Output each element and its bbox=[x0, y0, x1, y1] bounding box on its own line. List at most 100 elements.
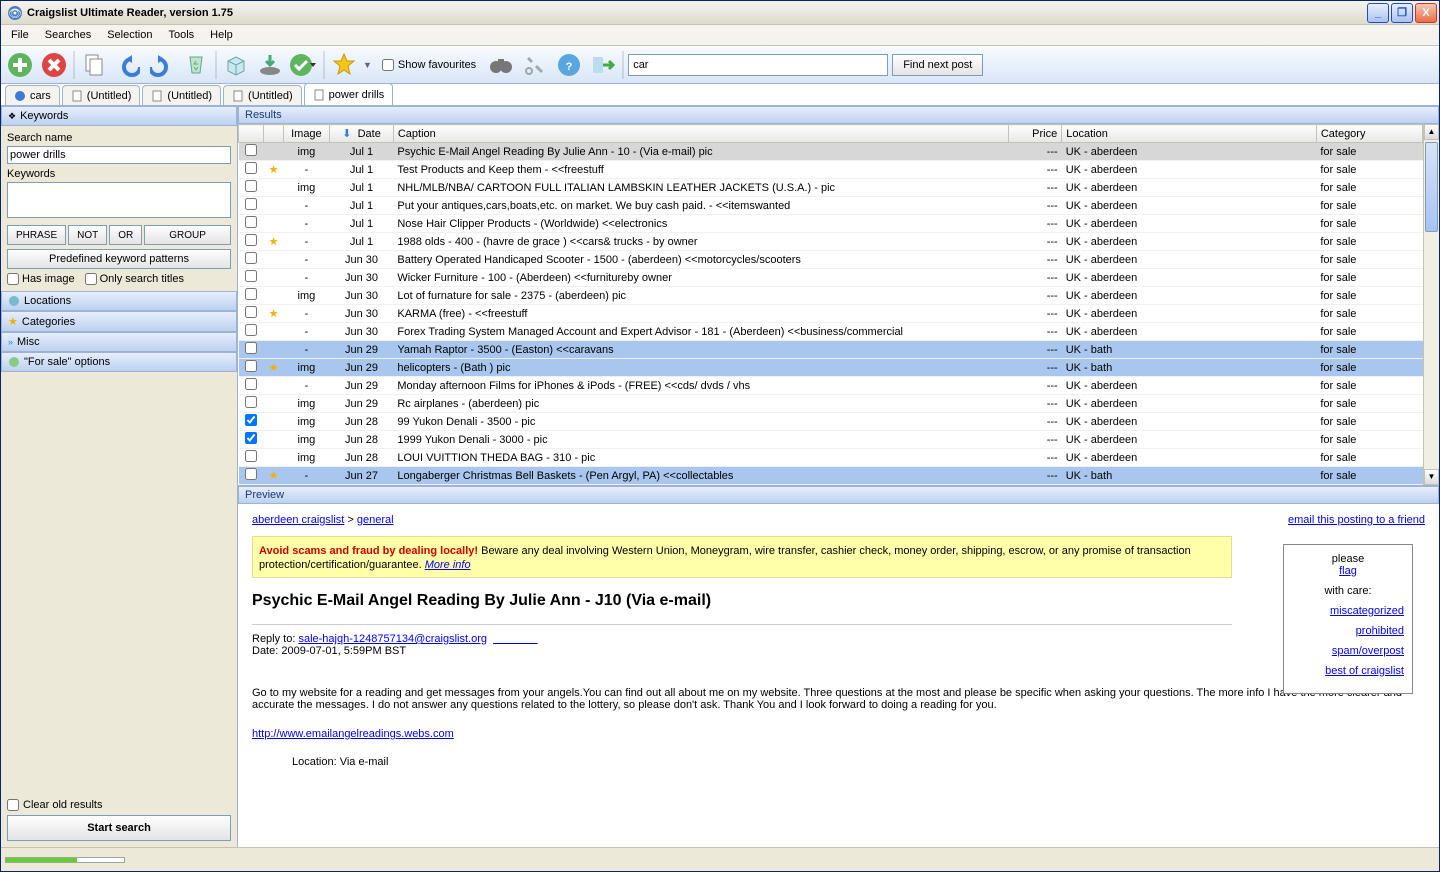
copy-button[interactable] bbox=[79, 50, 109, 80]
search-input[interactable] bbox=[628, 54, 888, 76]
row-check[interactable] bbox=[245, 198, 257, 210]
tab-2[interactable]: (Untitled) bbox=[142, 85, 221, 105]
download-button[interactable] bbox=[255, 50, 285, 80]
table-row[interactable]: -Jun 30Forex Trading System Managed Acco… bbox=[239, 323, 1423, 341]
flag-prohibited[interactable]: prohibited bbox=[1292, 625, 1404, 637]
locations-accordion[interactable]: Locations bbox=[1, 291, 237, 311]
favorite-button[interactable] bbox=[329, 50, 359, 80]
has-image-check[interactable]: Has image bbox=[7, 273, 75, 285]
results-scrollbar[interactable]: ▲ ▼ bbox=[1423, 124, 1439, 485]
row-check[interactable] bbox=[245, 288, 257, 300]
categories-accordion[interactable]: ★Categories bbox=[1, 311, 237, 332]
col-date[interactable]: ⬇ Date bbox=[330, 125, 394, 143]
row-check[interactable] bbox=[245, 216, 257, 228]
predefined-button[interactable]: Predefined keyword patterns bbox=[7, 249, 231, 269]
close-button[interactable]: X bbox=[1415, 3, 1437, 23]
tab-3[interactable]: (Untitled) bbox=[223, 85, 302, 105]
row-check[interactable] bbox=[245, 162, 257, 174]
menu-help[interactable]: Help bbox=[204, 27, 239, 43]
table-row[interactable]: -Jun 30Wicker Furniture - 100 - (Aberdee… bbox=[239, 269, 1423, 287]
start-search-button[interactable]: Start search bbox=[7, 815, 231, 841]
post-url[interactable]: http://www.emailangelreadings.webs.com bbox=[252, 728, 454, 740]
star-icon[interactable]: ★ bbox=[269, 470, 279, 482]
table-row[interactable]: imgJun 281999 Yukon Denali - 3000 - pic-… bbox=[239, 431, 1423, 449]
star-icon[interactable]: ★ bbox=[269, 308, 279, 320]
table-row[interactable]: -Jun 29Monday afternoon Films for iPhone… bbox=[239, 377, 1423, 395]
row-check[interactable] bbox=[245, 270, 257, 282]
flag-link[interactable]: flag bbox=[1292, 565, 1404, 577]
table-row[interactable]: -Jun 30Battery Operated Handicaped Scoot… bbox=[239, 251, 1423, 269]
tab-0[interactable]: cars bbox=[5, 85, 60, 105]
phrase-button[interactable]: PHRASE bbox=[7, 225, 66, 245]
table-row[interactable]: imgJun 28LOUI VUITTION THEDA BAG - 310 -… bbox=[239, 449, 1423, 467]
col-price[interactable]: Price bbox=[1009, 125, 1062, 143]
table-row[interactable]: imgJul 1Psychic E-Mail Angel Reading By … bbox=[239, 143, 1423, 161]
recycle-button[interactable] bbox=[181, 50, 211, 80]
row-check[interactable] bbox=[245, 306, 257, 318]
tab-4[interactable]: power drills bbox=[304, 83, 394, 105]
email-posting-link[interactable]: email this posting to a friend bbox=[1288, 514, 1425, 526]
delete-button[interactable] bbox=[39, 50, 69, 80]
table-row[interactable]: imgJun 30Lot of furnature for sale - 237… bbox=[239, 287, 1423, 305]
table-row[interactable]: -Jun 29Yamah Raptor - 3500 - (Easton) <<… bbox=[239, 341, 1423, 359]
more-info-link[interactable]: More info bbox=[425, 559, 471, 571]
misc-accordion[interactable]: »Misc bbox=[1, 332, 237, 352]
minimize-button[interactable]: _ bbox=[1367, 3, 1389, 23]
settings-button[interactable] bbox=[520, 50, 550, 80]
menu-tools[interactable]: Tools bbox=[162, 27, 200, 43]
or-button[interactable]: OR bbox=[109, 225, 142, 245]
menu-searches[interactable]: Searches bbox=[39, 27, 97, 43]
tab-1[interactable]: (Untitled) bbox=[62, 85, 141, 105]
table-row[interactable]: -Jun 27Continental Engines - (Pen Argyl,… bbox=[239, 485, 1423, 486]
keywords-input[interactable] bbox=[7, 182, 231, 218]
binoculars-icon[interactable] bbox=[486, 50, 516, 80]
row-check[interactable] bbox=[245, 414, 257, 426]
row-check[interactable] bbox=[245, 378, 257, 390]
undo-button[interactable] bbox=[113, 50, 143, 80]
search-name-input[interactable] bbox=[7, 146, 231, 164]
redo-button[interactable] bbox=[147, 50, 177, 80]
only-titles-check[interactable]: Only search titles bbox=[85, 273, 184, 285]
col-category[interactable]: Category bbox=[1316, 125, 1422, 143]
row-check[interactable] bbox=[245, 234, 257, 246]
star-icon[interactable]: ★ bbox=[269, 236, 279, 248]
group-button[interactable]: GROUP bbox=[144, 225, 231, 245]
table-row[interactable]: ★-Jun 30KARMA (free) - <<freestuff---UK … bbox=[239, 305, 1423, 323]
add-button[interactable] bbox=[5, 50, 35, 80]
table-row[interactable]: -Jul 1Nose Hair Clipper Products - (Worl… bbox=[239, 215, 1423, 233]
clear-old-check[interactable]: Clear old results bbox=[7, 799, 231, 811]
menu-file[interactable]: File bbox=[5, 27, 35, 43]
flag-best[interactable]: best of craigslist bbox=[1292, 665, 1404, 677]
col-check[interactable] bbox=[239, 125, 264, 143]
col-star[interactable] bbox=[264, 125, 283, 143]
col-caption[interactable]: Caption bbox=[393, 125, 1008, 143]
help-button[interactable]: ? bbox=[554, 50, 584, 80]
reply-question[interactable]: __________ bbox=[493, 635, 538, 644]
row-check[interactable] bbox=[245, 324, 257, 336]
scroll-down-icon[interactable]: ▼ bbox=[1424, 469, 1439, 485]
box-button[interactable] bbox=[221, 50, 251, 80]
table-row[interactable]: ★imgJun 29helicopters - (Bath ) pic---UK… bbox=[239, 359, 1423, 377]
crumb-category[interactable]: general bbox=[357, 514, 394, 526]
star-icon[interactable]: ★ bbox=[269, 164, 279, 176]
crumb-site[interactable]: aberdeen craigslist bbox=[252, 514, 344, 526]
table-row[interactable]: ★-Jul 1Test Products and Keep them - <<f… bbox=[239, 161, 1423, 179]
maximize-button[interactable]: ❐ bbox=[1391, 3, 1413, 23]
show-favourites-check[interactable]: Show favourites bbox=[382, 59, 476, 71]
table-row[interactable]: imgJul 1NHL/MLB/NBA/ CARTOON FULL ITALIA… bbox=[239, 179, 1423, 197]
ok-dropdown-button[interactable] bbox=[289, 50, 319, 80]
menu-selection[interactable]: Selection bbox=[101, 27, 158, 43]
row-check[interactable] bbox=[245, 360, 257, 372]
col-location[interactable]: Location bbox=[1062, 125, 1317, 143]
star-icon[interactable]: ★ bbox=[269, 362, 279, 374]
row-check[interactable] bbox=[245, 144, 257, 156]
flag-miscategorized[interactable]: miscategorized bbox=[1292, 605, 1404, 617]
table-row[interactable]: -Jul 1Put your antiques,cars,boats,etc. … bbox=[239, 197, 1423, 215]
table-row[interactable]: ★-Jun 27Longaberger Christmas Bell Baske… bbox=[239, 467, 1423, 485]
row-check[interactable] bbox=[245, 180, 257, 192]
scroll-thumb[interactable] bbox=[1425, 142, 1438, 232]
table-row[interactable]: ★-Jul 11988 olds - 400 - (havre de grace… bbox=[239, 233, 1423, 251]
row-check[interactable] bbox=[245, 342, 257, 354]
col-image[interactable]: Image bbox=[283, 125, 330, 143]
row-check[interactable] bbox=[245, 252, 257, 264]
